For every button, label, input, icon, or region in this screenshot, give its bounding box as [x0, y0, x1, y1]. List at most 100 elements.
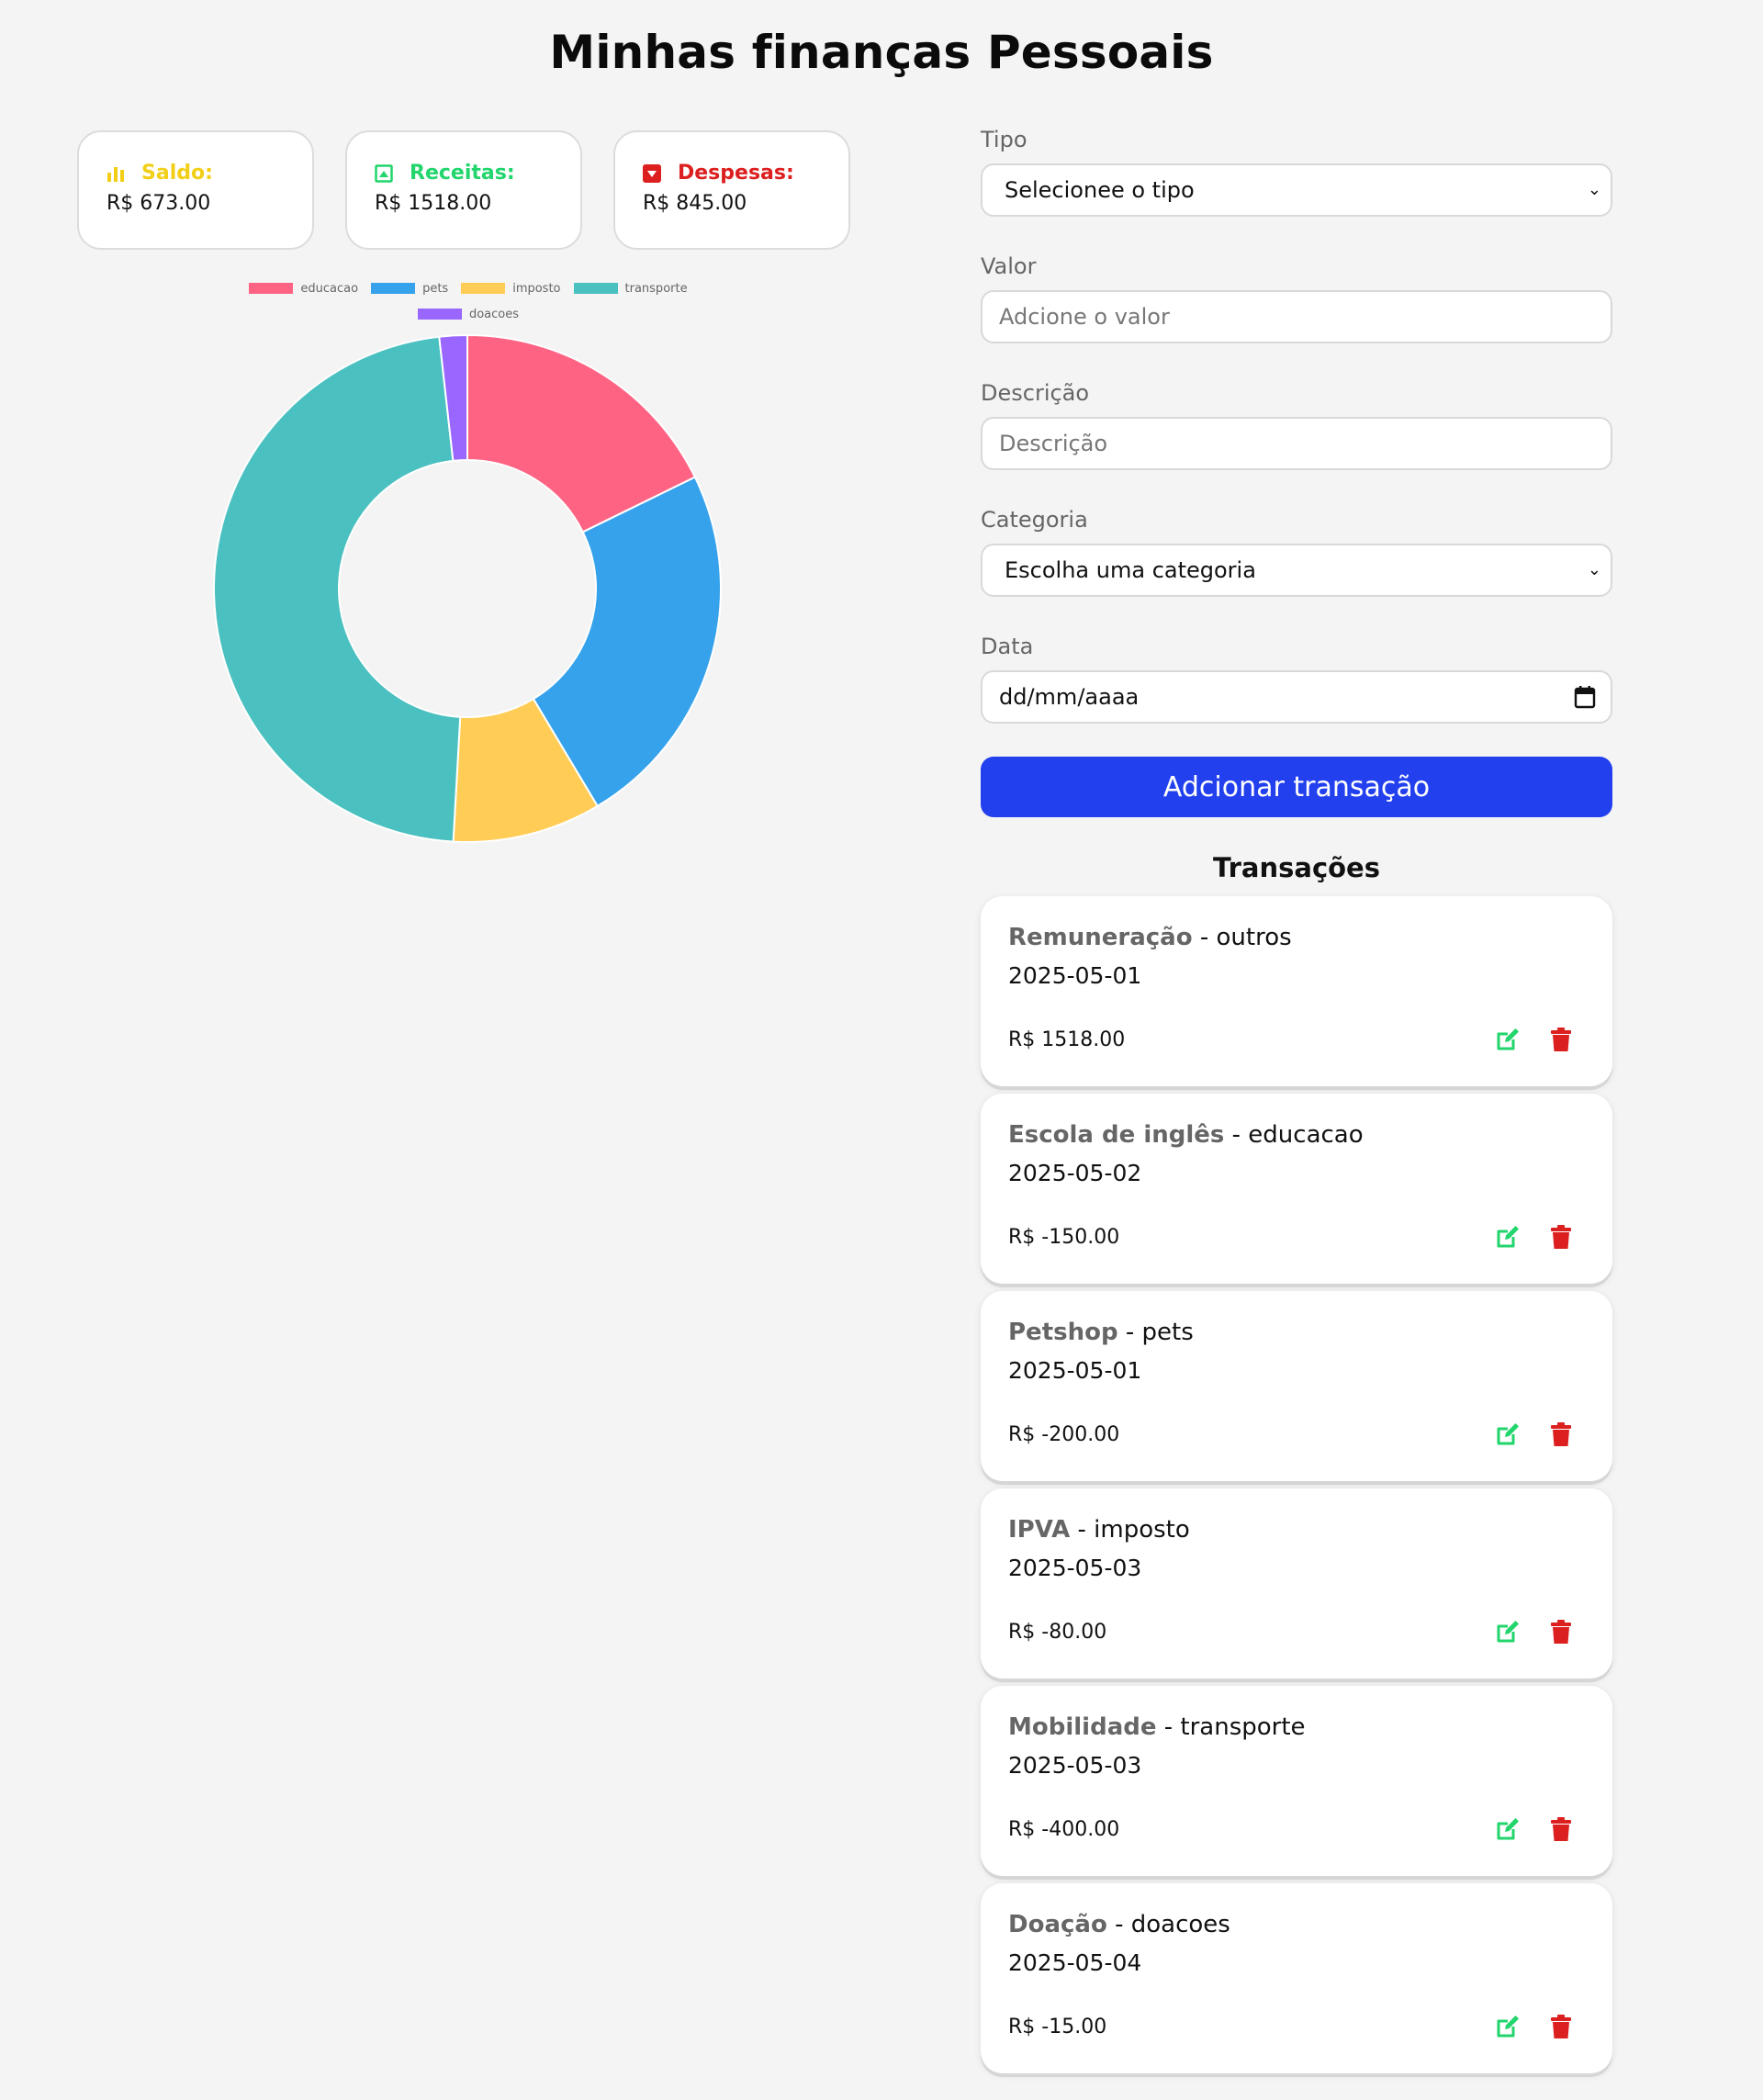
transaction-date: 2025-05-03 [1008, 1752, 1142, 1779]
transaction-title: Mobilidade - transporte [1008, 1713, 1585, 1746]
transaction-actions [1495, 1619, 1574, 1645]
transaction-separator: - [1106, 1911, 1131, 1938]
legend-item-doacoes[interactable]: doacoes [417, 307, 520, 321]
transaction-name: Remuneração [1008, 924, 1193, 951]
transaction-separator: - [1117, 1319, 1142, 1346]
chevron-down-icon: ⌄ [1587, 180, 1601, 199]
edit-icon[interactable] [1495, 2014, 1521, 2039]
page-title: Minhas finanças Pessoais [549, 26, 1214, 79]
delete-icon[interactable] [1548, 1816, 1574, 1842]
despesas-card: Despesas: R$ 845.00 [613, 130, 850, 250]
chevron-down-icon: ⌄ [1587, 560, 1601, 579]
calendar-icon[interactable] [1574, 685, 1596, 714]
legend-label: educacao [300, 281, 359, 296]
transaction-amount: R$ 1518.00 [1008, 1028, 1126, 1051]
saldo-value: R$ 673.00 [107, 192, 211, 215]
despesas-value: R$ 845.00 [643, 192, 747, 215]
descricao-input[interactable]: Descrição [981, 417, 1612, 470]
date-input[interactable]: dd/mm/aaaa [981, 670, 1612, 724]
delete-icon[interactable] [1548, 1421, 1574, 1447]
legend-row: doacoes [211, 301, 725, 327]
transaction-separator: - [1070, 1516, 1095, 1544]
transaction-card: Mobilidade - transporte 2025-05-03 R$ -4… [981, 1686, 1612, 1876]
legend-item-pets[interactable]: pets [371, 282, 448, 296]
delete-icon[interactable] [1548, 2014, 1574, 2039]
valor-label: Valor [981, 253, 1037, 279]
tipo-label: Tipo [981, 127, 1027, 152]
transaction-title: Petshop - pets [1008, 1319, 1585, 1352]
transaction-date: 2025-05-01 [1008, 1357, 1142, 1384]
valor-input[interactable]: Adcione o valor [981, 290, 1612, 343]
add-transaction-button[interactable]: Adcionar transação [981, 757, 1612, 817]
legend-item-imposto[interactable]: imposto [461, 281, 561, 296]
legend-swatch [417, 309, 462, 320]
transaction-amount: R$ -200.00 [1008, 1423, 1120, 1446]
transaction-amount: R$ -150.00 [1008, 1226, 1120, 1249]
valor-placeholder: Adcione o valor [999, 304, 1170, 330]
slice-transporte[interactable] [213, 335, 462, 843]
transaction-actions [1495, 1816, 1574, 1842]
transaction-card: Petshop - pets 2025-05-01 R$ -200.00 [981, 1291, 1612, 1481]
transaction-title: Doação - doacoes [1008, 1911, 1585, 1944]
legend-swatch [249, 283, 294, 294]
legend-item-transporte[interactable]: transporte [573, 281, 688, 296]
edit-icon[interactable] [1495, 1421, 1521, 1447]
edit-icon[interactable] [1495, 1619, 1521, 1645]
delete-icon[interactable] [1548, 1027, 1574, 1052]
transaction-name: Doação [1008, 1911, 1107, 1938]
legend-label: imposto [512, 281, 561, 296]
transaction-date: 2025-05-03 [1008, 1555, 1142, 1581]
transactions-list: Remuneração - outros 2025-05-01 R$ 1518.… [981, 896, 1612, 2081]
transaction-category: imposto [1094, 1516, 1190, 1544]
legend-swatch [371, 283, 416, 294]
transaction-form: Tipo Selecionee o tipo ⌄ Valor Adcione o… [981, 127, 1612, 817]
transaction-card: Escola de inglês - educacao 2025-05-02 R… [981, 1094, 1612, 1284]
despesas-label: Despesas: [678, 162, 794, 185]
transaction-separator: - [1224, 1121, 1249, 1149]
legend-swatch [573, 283, 618, 294]
legend-label: transporte [624, 281, 688, 296]
delete-icon[interactable] [1548, 1224, 1574, 1250]
edit-icon[interactable] [1495, 1816, 1521, 1842]
transaction-category: transporte [1180, 1713, 1306, 1741]
legend-label: doacoes [468, 307, 520, 321]
categoria-selected: Escolha uma categoria [1005, 557, 1256, 583]
transaction-separator: - [1156, 1713, 1181, 1741]
receitas-card: Receitas: R$ 1518.00 [345, 130, 582, 250]
transaction-name: Escola de inglês [1008, 1121, 1225, 1149]
tipo-select[interactable]: Selecionee o tipo ⌄ [981, 163, 1612, 217]
summary-cards: Saldo: R$ 673.00 Receitas: R$ 1518.00 De… [77, 130, 850, 250]
saldo-label: Saldo: [141, 162, 213, 185]
transaction-card: Doação - doacoes 2025-05-04 R$ -15.00 [981, 1883, 1612, 2073]
transaction-name: IPVA [1008, 1516, 1071, 1544]
saldo-card: Saldo: R$ 673.00 [77, 130, 314, 250]
chart-legend: educacao pets imposto transporte doacoes [211, 275, 725, 327]
donut-chart [213, 334, 722, 843]
transaction-actions [1495, 1027, 1574, 1052]
transactions-title: Transações [1213, 852, 1380, 883]
legend-swatch [461, 283, 506, 294]
transaction-card: Remuneração - outros 2025-05-01 R$ 1518.… [981, 896, 1612, 1086]
transaction-amount: R$ -80.00 [1008, 1621, 1107, 1644]
receitas-value: R$ 1518.00 [375, 192, 492, 215]
legend-item-educacao[interactable]: educacao [249, 282, 358, 296]
transaction-date: 2025-05-04 [1008, 1949, 1142, 1976]
categoria-select[interactable]: Escolha uma categoria ⌄ [981, 544, 1612, 597]
transaction-title: Escola de inglês - educacao [1008, 1121, 1585, 1154]
transaction-separator: - [1192, 924, 1217, 951]
transaction-name: Mobilidade [1008, 1713, 1157, 1741]
transaction-actions [1495, 1224, 1574, 1250]
edit-icon[interactable] [1495, 1224, 1521, 1250]
transaction-title: IPVA - imposto [1008, 1516, 1585, 1549]
transaction-category: doacoes [1130, 1911, 1230, 1938]
date-placeholder: dd/mm/aaaa [999, 684, 1140, 710]
transaction-date: 2025-05-01 [1008, 962, 1142, 989]
transaction-category: pets [1141, 1319, 1194, 1346]
legend-label: pets [422, 281, 449, 296]
transaction-card: IPVA - imposto 2025-05-03 R$ -80.00 [981, 1488, 1612, 1679]
edit-icon[interactable] [1495, 1027, 1521, 1052]
delete-icon[interactable] [1548, 1619, 1574, 1645]
transaction-actions [1495, 1421, 1574, 1447]
descricao-placeholder: Descrição [999, 431, 1108, 456]
legend-row: educacao pets imposto transporte [211, 275, 725, 301]
